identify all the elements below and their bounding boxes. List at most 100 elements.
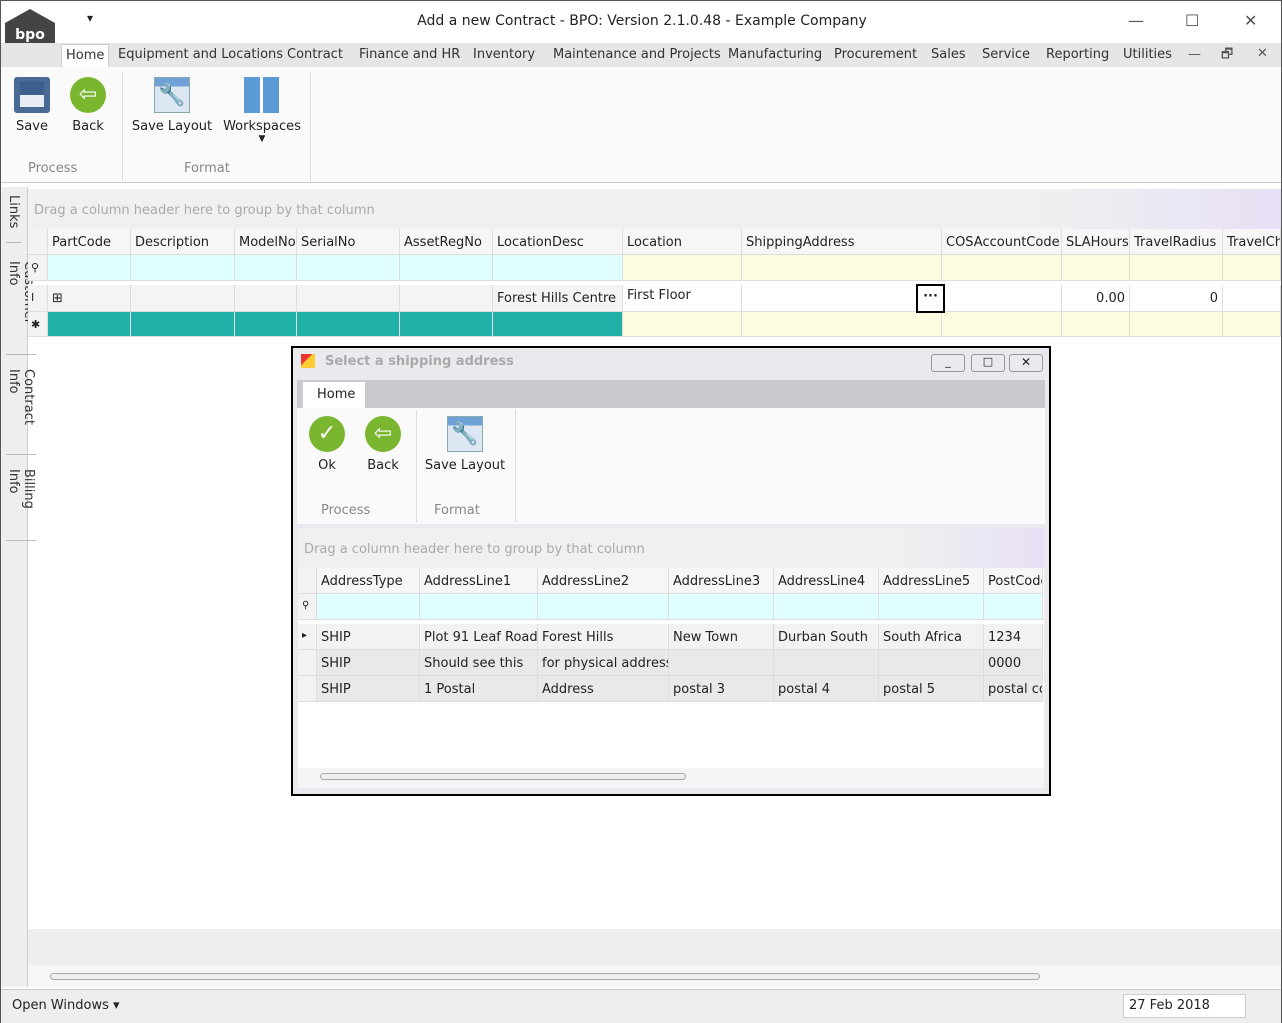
date-field[interactable]: 27 Feb 2018: [1123, 994, 1246, 1018]
cell-addressline4[interactable]: postal 4: [774, 676, 879, 702]
new-row-cell[interactable]: [942, 312, 1062, 337]
cell-postcode[interactable]: 1234: [984, 624, 1043, 650]
cell-locationdesc[interactable]: Forest Hills Centre: [493, 285, 623, 312]
cell-addressline3[interactable]: New Town: [669, 624, 774, 650]
back-button[interactable]: ⇦ Back: [67, 77, 109, 134]
new-row-cell[interactable]: [1062, 312, 1130, 337]
ellipsis-button[interactable]: ···: [916, 284, 945, 313]
tab-inventory[interactable]: Inventory: [473, 47, 535, 62]
column-header-addressline3[interactable]: AddressLine3: [669, 568, 774, 594]
column-header-addresstype[interactable]: AddressType: [317, 568, 420, 594]
filter-cell[interactable]: [131, 255, 235, 281]
tab-sales[interactable]: Sales: [931, 47, 966, 62]
filter-cell[interactable]: [493, 255, 623, 281]
cell-assetregno[interactable]: [400, 285, 493, 312]
dialog-group-by-panel[interactable]: Drag a column header here to group by th…: [298, 528, 1044, 568]
new-row-cell[interactable]: [131, 312, 235, 337]
cell-addressline3[interactable]: postal 3: [669, 676, 774, 702]
expand-icon[interactable]: ⊞: [48, 285, 131, 312]
cell-addressline5[interactable]: postal 5: [879, 676, 984, 702]
new-row-cell[interactable]: [1223, 312, 1281, 337]
cell-postcode[interactable]: postal co: [984, 676, 1043, 702]
filter-cell[interactable]: [400, 255, 493, 281]
filter-cell[interactable]: [984, 594, 1043, 620]
cell-addressline3[interactable]: [669, 650, 774, 676]
dialog-maximize-button[interactable]: □: [971, 354, 1005, 372]
new-row-cell[interactable]: [623, 312, 742, 337]
filter-cell[interactable]: [669, 594, 774, 620]
cell-shippingaddress[interactable]: [742, 285, 942, 312]
mdi-close-button[interactable]: ✕: [1257, 46, 1268, 61]
cell-travelch[interactable]: [1223, 285, 1281, 312]
filter-cell[interactable]: [1130, 255, 1223, 281]
tab-finance-and-hr[interactable]: Finance and HR: [359, 47, 460, 62]
ok-button[interactable]: ✓ Ok: [307, 416, 347, 473]
filter-cell[interactable]: [48, 255, 131, 281]
tab-utilities[interactable]: Utilities: [1123, 47, 1172, 62]
filter-cell[interactable]: [235, 255, 297, 281]
cell-addressline2[interactable]: Address: [538, 676, 669, 702]
cell-addresstype[interactable]: SHIP: [317, 650, 420, 676]
column-header-assetregno[interactable]: AssetRegNo: [400, 229, 493, 255]
dialog-minimize-button[interactable]: _: [931, 354, 965, 372]
filter-cell[interactable]: [1223, 255, 1281, 281]
dialog-tab-home[interactable]: Home: [303, 382, 365, 408]
save-button[interactable]: Save: [11, 77, 53, 134]
new-row-cell[interactable]: [493, 312, 623, 337]
side-tab-billing-info[interactable]: Billing Info: [6, 465, 36, 541]
new-row-cell[interactable]: [297, 312, 400, 337]
new-row-cell[interactable]: [742, 312, 942, 337]
horizontal-scrollbar[interactable]: [28, 965, 1281, 987]
close-button[interactable]: ✕: [1244, 11, 1257, 30]
cell-addressline5[interactable]: South Africa: [879, 624, 984, 650]
filter-cell[interactable]: [879, 594, 984, 620]
tab-equipment-and-locations[interactable]: Equipment and Locations: [118, 47, 283, 62]
tab-contract[interactable]: Contract: [287, 47, 343, 62]
filter-cell[interactable]: [623, 255, 742, 281]
filter-cell[interactable]: [942, 255, 1062, 281]
column-header-addressline4[interactable]: AddressLine4: [774, 568, 879, 594]
column-header-serialno[interactable]: SerialNo: [297, 229, 400, 255]
cell-addresstype[interactable]: SHIP: [317, 624, 420, 650]
tab-procurement[interactable]: Procurement: [834, 47, 917, 62]
filter-cell[interactable]: [420, 594, 538, 620]
cell-addressline2[interactable]: for physical address: [538, 650, 669, 676]
cell-cosaccountcode[interactable]: [942, 285, 1062, 312]
column-header-addressline5[interactable]: AddressLine5: [879, 568, 984, 594]
tab-maintenance-and-projects[interactable]: Maintenance and Projects: [553, 47, 721, 62]
open-windows-button[interactable]: Open Windows ▾: [12, 998, 120, 1013]
filter-cell[interactable]: [1062, 255, 1130, 281]
side-tab-links[interactable]: Links: [6, 191, 21, 243]
group-by-panel[interactable]: Drag a column header here to group by th…: [28, 189, 1281, 229]
tab-manufacturing[interactable]: Manufacturing: [728, 47, 822, 62]
filter-cell[interactable]: [317, 594, 420, 620]
dialog-back-button[interactable]: ⇦ Back: [363, 416, 403, 473]
dialog-close-button[interactable]: ✕: [1009, 354, 1043, 372]
column-header-shippingaddress[interactable]: ShippingAddress: [742, 229, 942, 255]
filter-cell[interactable]: [538, 594, 669, 620]
dialog-save-layout-button[interactable]: 🔧 Save Layout: [423, 416, 507, 473]
column-header-description[interactable]: Description: [131, 229, 235, 255]
tab-service[interactable]: Service: [982, 47, 1030, 62]
column-header-locationdesc[interactable]: LocationDesc: [493, 229, 623, 255]
workspaces-button[interactable]: Workspaces ▼: [223, 77, 301, 144]
tab-home[interactable]: Home: [61, 44, 110, 68]
dialog-horizontal-scrollbar[interactable]: [298, 768, 1044, 788]
cell-modelno[interactable]: [235, 285, 297, 312]
cell-addressline4[interactable]: Durban South: [774, 624, 879, 650]
mdi-restore-button[interactable]: 🗗: [1221, 45, 1233, 67]
side-tab-contract-info[interactable]: Contract Info: [6, 365, 36, 455]
filter-cell[interactable]: [297, 255, 400, 281]
cell-serialno[interactable]: [297, 285, 400, 312]
tab-reporting[interactable]: Reporting: [1046, 47, 1109, 62]
column-header-addressline1[interactable]: AddressLine1: [420, 568, 538, 594]
new-row-cell[interactable]: [400, 312, 493, 337]
cell-addressline4[interactable]: [774, 650, 879, 676]
filter-cell[interactable]: [774, 594, 879, 620]
cell-addressline1[interactable]: 1 Postal: [420, 676, 538, 702]
column-header-slahours[interactable]: SLAHours: [1062, 229, 1130, 255]
new-row-cell[interactable]: [1130, 312, 1223, 337]
column-header-location[interactable]: Location: [623, 229, 742, 255]
cell-travelradius[interactable]: 0: [1130, 285, 1223, 312]
column-header-travelch[interactable]: TravelCh: [1223, 229, 1281, 255]
